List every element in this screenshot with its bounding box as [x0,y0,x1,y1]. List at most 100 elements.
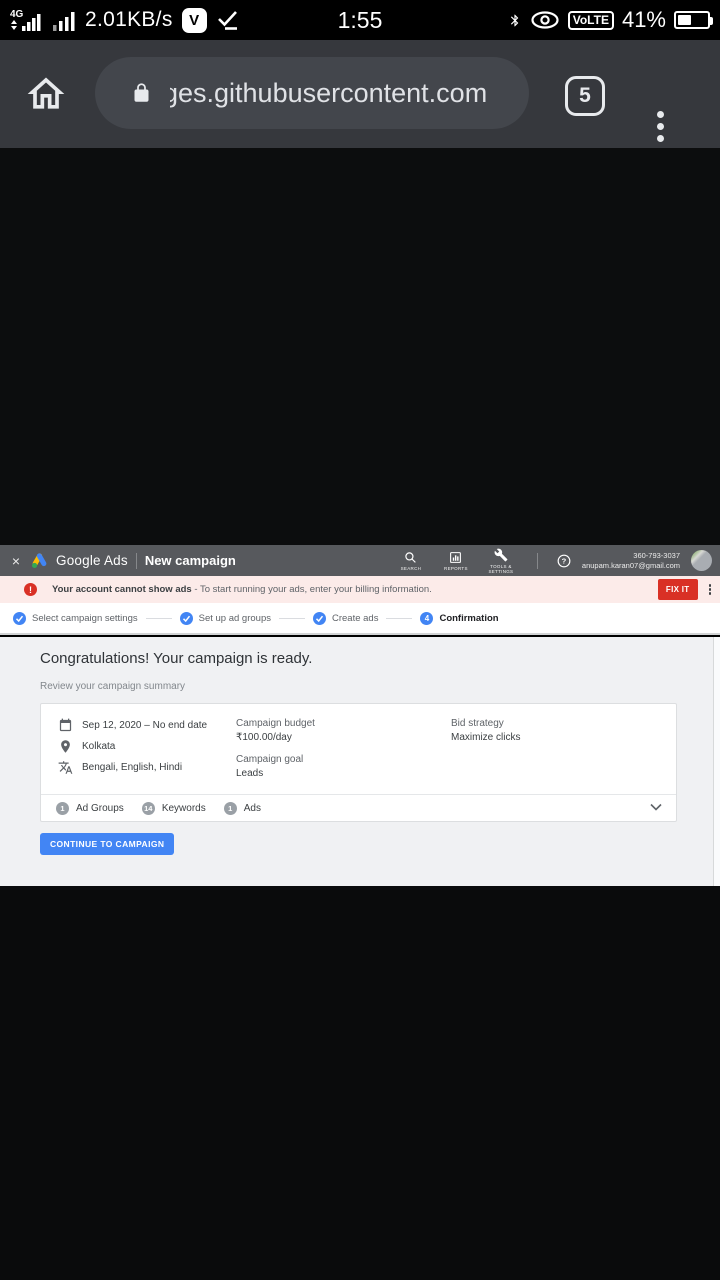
page-scrollbar[interactable] [713,637,720,886]
v-app-letter: V [189,11,200,29]
confirmation-page: Congratulations! Your campaign is ready.… [0,637,720,886]
count-badge: 1 [223,802,237,815]
fix-it-button[interactable]: FIX IT [657,579,698,600]
page-heading: Congratulations! Your campaign is ready. [40,650,313,667]
count-label: Ads [243,803,261,814]
campaign-stepper: Select campaign settings Set up ad group… [0,603,720,635]
tab-switcher-button[interactable]: 5 [565,76,605,116]
tools-nav-button[interactable]: TOOLS & SETTINGS [484,548,518,574]
continue-to-campaign-button[interactable]: CONTINUE TO CAMPAIGN [40,833,175,855]
url-clipped-glyph: g [170,77,178,108]
calendar-icon [59,718,72,732]
ad-groups-count: 1 Ad Groups [56,802,124,815]
page-empty-area [0,886,720,1280]
header-actions: SEARCH REPORTS TOOLS & SETTINGS ? 360-79… [394,548,712,574]
page-empty-area [0,148,720,545]
status-bar: 4G 2.01KB/s V 1:55 VoLTE 41% [0,0,720,40]
search-label: SEARCH [400,565,422,571]
step-create-ads[interactable]: Create ads [312,611,379,625]
reports-nav-button[interactable]: REPORTS [439,551,473,571]
close-button[interactable]: × [8,553,24,569]
header-divider [135,552,137,569]
home-button[interactable] [24,72,68,116]
search-icon [405,551,417,563]
bid-strategy: Bid strategy Maximize clicks [451,718,520,743]
billing-alert-banner: ! Your account cannot show ads - To star… [0,576,720,603]
avatar[interactable] [691,550,712,571]
languages-value: Bengali, English, Hindi [82,762,183,773]
network-speed: 2.01KB/s [85,8,173,31]
google-ads-header: × Google Ads New campaign SEARCH REPORTS… [0,545,720,576]
browser-toolbar: g es.githubusercontent.com 5 [0,40,720,148]
google-ads-logo [32,553,47,568]
count-label: Keywords [161,803,206,814]
volte-badge: VoLTE [567,10,614,30]
translate-icon [58,761,73,774]
phone-screen: 4G 2.01KB/s V 1:55 VoLTE 41% g es.github… [0,0,720,1280]
brand-name: Google Ads [56,553,128,568]
status-left-cluster: 4G 2.01KB/s V [10,7,239,33]
tools-label: TOOLS & SETTINGS [488,563,514,574]
bid-label: Bid strategy [451,718,504,729]
chevron-down-icon[interactable] [650,803,662,811]
url-text: es.githubusercontent.com [178,77,488,108]
error-icon: ! [24,583,37,596]
eye-icon [531,11,559,29]
entity-counts: 1 Ad Groups 14 Keywords 1 Ads [56,794,261,823]
count-badge: 1 [56,802,69,815]
account-email: anupam.karan07@gmail.com [581,560,680,570]
lock-icon [131,80,152,106]
reports-label: REPORTS [444,565,468,571]
step-confirmation[interactable]: 4 Confirmation [420,611,499,625]
svg-text:4G: 4G [10,9,24,20]
account-info[interactable]: 360-793-3037 anupam.karan07@gmail.com [582,551,680,570]
location-row: Kolkata [58,739,115,754]
step-connector [278,617,305,619]
step-connector [386,617,413,619]
location-value: Kolkata [82,741,116,752]
battery-fill [678,15,691,25]
v-app-icon: V [181,7,207,33]
svg-text:?: ? [562,556,567,565]
page-subheading: Review your campaign summary [40,681,186,692]
step-set-up-ad-groups[interactable]: Set up ad groups [179,611,271,625]
budget-value: ₹100.00/day [236,732,292,743]
count-label: Ad Groups [76,803,124,814]
step-select-campaign-settings[interactable]: Select campaign settings [13,611,138,625]
help-button[interactable]: ? [557,554,571,568]
step-label: Select campaign settings [32,612,138,624]
browser-menu-button[interactable] [657,111,664,142]
alert-message: - To start running your ads, enter your … [191,584,432,595]
step-label: Confirmation [439,612,499,624]
campaign-goal: Campaign goal Leads [236,754,303,779]
keywords-count: 14 Keywords [141,802,206,815]
alert-menu-button[interactable] [708,584,711,595]
goal-value: Leads [236,768,264,779]
languages-row: Bengali, English, Hindi [58,760,182,775]
alert-text: Your account cannot show ads - To start … [52,584,432,595]
campaign-summary-card: Sep 12, 2020 – No end date Kolkata Benga… [40,703,677,822]
ads-count: 1 Ads [223,802,261,815]
location-pin-icon [61,740,70,753]
count-badge: 14 [141,802,155,815]
account-id: 360-793-3037 [633,551,680,560]
step-label: Create ads [331,612,379,624]
tab-count: 5 [579,84,591,107]
bid-value: Maximize clicks [451,732,521,743]
download-done-icon [217,11,237,30]
battery-icon [674,11,713,29]
step-check-icon [312,611,326,625]
page-title: New campaign [144,553,236,568]
battery-percent: 41% [621,7,666,32]
signal-4g-icon: 4G [10,9,41,31]
step-connector [145,617,172,619]
step-check-icon [179,611,193,625]
reports-icon [450,551,462,563]
budget-label: Campaign budget [236,718,315,729]
wrench-icon [494,548,508,561]
search-nav-button[interactable]: SEARCH [394,551,428,571]
step-label: Set up ad groups [198,612,271,624]
header-divider [536,552,538,569]
address-bar[interactable]: g es.githubusercontent.com [95,57,529,129]
goal-label: Campaign goal [236,754,304,765]
